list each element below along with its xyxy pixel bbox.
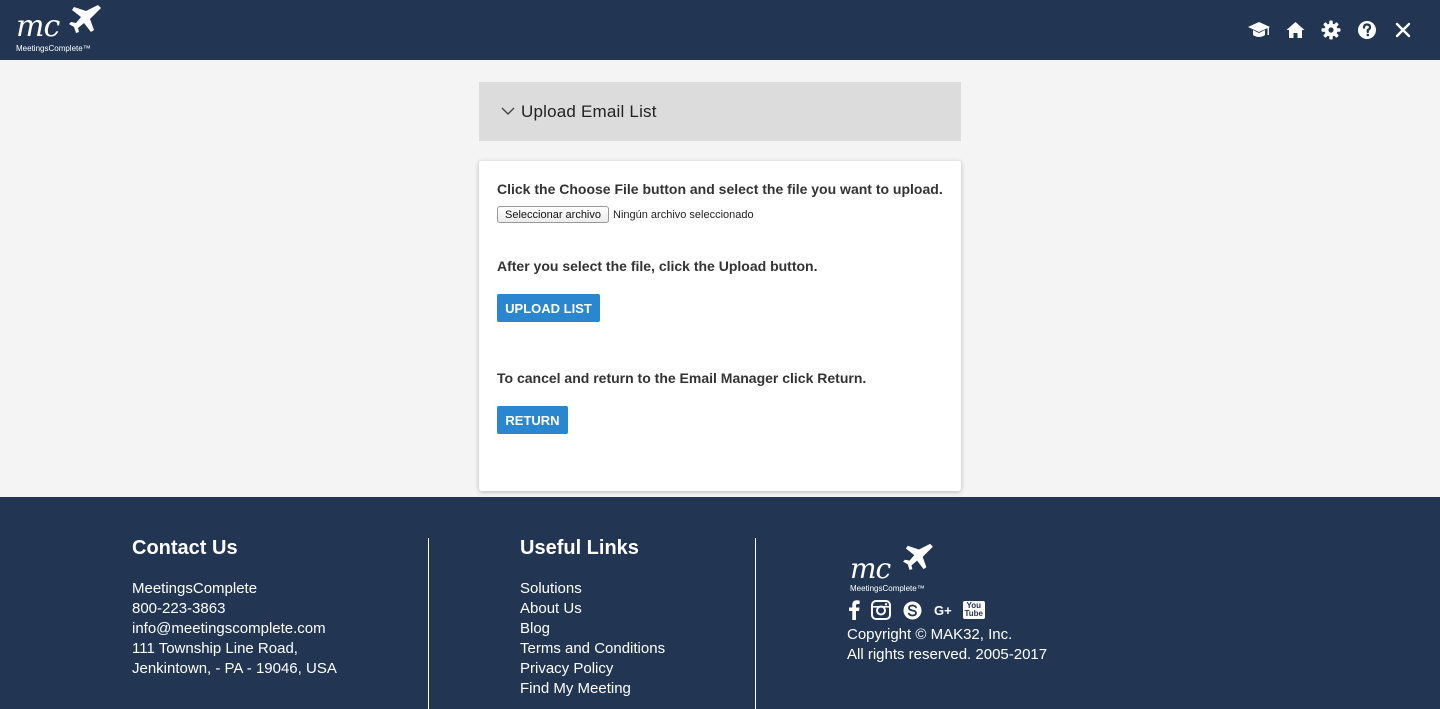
gear-icon[interactable] — [1320, 19, 1342, 41]
rights-text: All rights reserved. 2005-2017 — [847, 646, 1048, 663]
link-about-us[interactable]: About Us — [520, 599, 665, 619]
file-input[interactable]: Seleccionar archivo Ningún archivo selec… — [497, 206, 754, 223]
instagram-icon[interactable] — [871, 599, 891, 621]
footer-divider — [755, 538, 756, 709]
upload-panel: Click the Choose File button and select … — [479, 161, 961, 491]
footer-logo: mc MeetingsComplete™ — [848, 542, 938, 594]
close-icon[interactable] — [1392, 19, 1414, 41]
google-plus-icon[interactable]: G+ — [934, 599, 952, 621]
contact-email[interactable]: info@meetingscomplete.com — [132, 619, 337, 639]
youtube-text: You Tube — [962, 601, 985, 619]
facebook-icon[interactable] — [848, 599, 860, 621]
home-icon[interactable] — [1284, 19, 1306, 41]
link-blog[interactable]: Blog — [520, 619, 665, 639]
contact-heading: Contact Us — [132, 537, 238, 559]
skype-icon[interactable] — [902, 599, 923, 621]
top-nav-bar: mc MeetingsComplete™ — [0, 0, 1440, 60]
upload-email-list-accordion[interactable]: Upload Email List — [479, 82, 961, 141]
contact-address-line1: 111 Township Line Road, — [132, 640, 298, 657]
footer-logo-subtitle: MeetingsComplete™ — [850, 584, 925, 593]
airplane-icon — [903, 543, 933, 570]
return-instruction: To cancel and return to the Email Manage… — [497, 370, 867, 386]
upload-list-button[interactable]: UPLOAD LIST — [497, 294, 600, 322]
help-icon[interactable] — [1356, 19, 1378, 41]
accordion-title: Upload Email List — [521, 101, 657, 121]
file-status-text: Ningún archivo seleccionado — [613, 208, 754, 221]
footer: Contact Us MeetingsComplete 800-223-3863… — [0, 497, 1440, 709]
chevron-down-icon — [501, 107, 515, 115]
useful-links-heading: Useful Links — [520, 537, 639, 559]
social-links: G+ You Tube — [848, 598, 985, 622]
footer-divider — [428, 538, 429, 709]
header-toolbar — [1248, 18, 1414, 42]
return-button[interactable]: RETURN — [497, 406, 568, 434]
contact-address-line2: Jenkintown, - PA - 19046, USA — [132, 660, 337, 677]
copyright-block: Copyright © MAK32, Inc. All rights reser… — [847, 625, 1047, 665]
google-plus-text: G+ — [934, 602, 952, 618]
copyright-text: Copyright © MAK32, Inc. — [847, 626, 1013, 643]
logo-text: mc — [16, 9, 60, 44]
contact-company: MeetingsComplete — [132, 580, 258, 597]
graduation-cap-icon[interactable] — [1248, 19, 1270, 41]
youtube-icon[interactable]: You Tube — [962, 599, 985, 621]
meetingscomplete-logo[interactable]: mc MeetingsComplete™ — [14, 3, 104, 55]
useful-links-section: Useful Links Solutions About Us Blog Ter… — [520, 537, 665, 699]
airplane-icon — [69, 5, 101, 33]
contact-section: Contact Us MeetingsComplete 800-223-3863… — [132, 537, 337, 679]
link-find-my-meeting[interactable]: Find My Meeting — [520, 679, 665, 699]
upload-instruction: After you select the file, click the Upl… — [497, 258, 818, 274]
link-terms[interactable]: Terms and Conditions — [520, 639, 665, 659]
logo-subtitle: MeetingsComplete™ — [16, 44, 91, 53]
link-solutions[interactable]: Solutions — [520, 579, 665, 599]
footer-logo-text: mc — [850, 552, 891, 585]
contact-phone[interactable]: 800-223-3863 — [132, 599, 337, 619]
link-privacy[interactable]: Privacy Policy — [520, 659, 665, 679]
choose-file-button[interactable]: Seleccionar archivo — [497, 206, 609, 223]
choose-file-instruction: Click the Choose File button and select … — [497, 181, 943, 197]
